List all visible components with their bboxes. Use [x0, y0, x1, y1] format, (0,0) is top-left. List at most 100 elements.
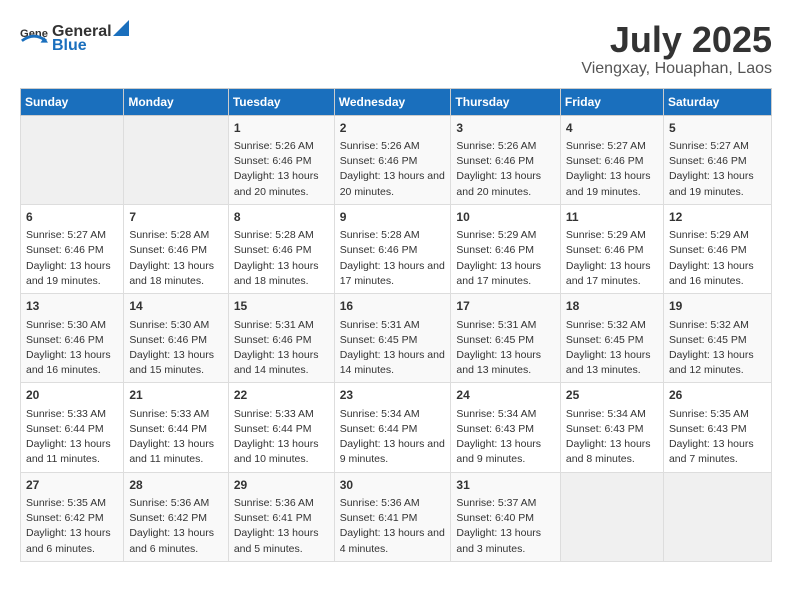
- daylight-hours: Daylight: 13 hours and 20 minutes.: [456, 170, 541, 197]
- sunset-time: Sunset: 6:46 PM: [26, 244, 104, 256]
- day-number: 18: [566, 298, 658, 315]
- sunset-time: Sunset: 6:43 PM: [456, 423, 534, 435]
- sunset-time: Sunset: 6:45 PM: [456, 334, 534, 346]
- day-number: 13: [26, 298, 118, 315]
- sunrise-time: Sunrise: 5:28 AM: [340, 229, 420, 241]
- sunrise-time: Sunrise: 5:29 AM: [566, 229, 646, 241]
- sunset-time: Sunset: 6:46 PM: [340, 244, 418, 256]
- weekday-header-tuesday: Tuesday: [228, 88, 334, 115]
- sunset-time: Sunset: 6:45 PM: [566, 334, 644, 346]
- sunrise-time: Sunrise: 5:26 AM: [340, 140, 420, 152]
- daylight-hours: Daylight: 13 hours and 4 minutes.: [340, 527, 445, 554]
- day-number: 17: [456, 298, 555, 315]
- calendar-cell: 26Sunrise: 5:35 AMSunset: 6:43 PMDayligh…: [663, 383, 771, 472]
- daylight-hours: Daylight: 13 hours and 16 minutes.: [26, 349, 111, 376]
- daylight-hours: Daylight: 13 hours and 15 minutes.: [129, 349, 214, 376]
- day-number: 9: [340, 209, 446, 226]
- sunset-time: Sunset: 6:45 PM: [340, 334, 418, 346]
- day-number: 15: [234, 298, 329, 315]
- calendar-week-row: 20 Sunrise: 5:33 AM Sunset: 6:44 PM Dayligh…: [21, 383, 772, 472]
- calendar-table: SundayMondayTuesdayWednesdayThursdayFrid…: [20, 88, 772, 562]
- calendar-cell: 8Sunrise: 5:28 AMSunset: 6:46 PMDaylight…: [228, 204, 334, 293]
- day-number: 30: [340, 477, 446, 494]
- day-number: 3: [456, 120, 555, 137]
- calendar-cell: 15Sunrise: 5:31 AMSunset: 6:46 PMDayligh…: [228, 294, 334, 383]
- sunrise-time: Sunrise: 5:34 AM: [566, 408, 646, 420]
- day-number: 5: [669, 120, 766, 137]
- calendar-week-row: 27Sunrise: 5:35 AMSunset: 6:42 PMDayligh…: [21, 472, 772, 561]
- day-number: 24: [456, 387, 555, 404]
- calendar-cell: 4Sunrise: 5:27 AMSunset: 6:46 PMDaylight…: [560, 115, 663, 204]
- daylight-hours: Daylight: 13 hours and 6 minutes.: [129, 527, 214, 554]
- page-header: General General Blue July 2025 Viengxay,…: [20, 20, 772, 78]
- sunset-time: Sunset: 6:45 PM: [669, 334, 747, 346]
- calendar-cell: [663, 472, 771, 561]
- day-number: 19: [669, 298, 766, 315]
- sunrise-time: Sunrise: 5:31 AM: [456, 319, 536, 331]
- sunrise-time: Sunrise: 5:36 AM: [340, 497, 420, 509]
- calendar-cell: 16Sunrise: 5:31 AMSunset: 6:45 PMDayligh…: [334, 294, 451, 383]
- logo: General General Blue: [20, 20, 130, 55]
- calendar-cell: 28Sunrise: 5:36 AMSunset: 6:42 PMDayligh…: [124, 472, 228, 561]
- calendar-cell: 3 Sunrise: 5:26 AM Sunset: 6:46 PM Daylight…: [451, 115, 561, 204]
- calendar-week-row: 6Sunrise: 5:27 AMSunset: 6:46 PMDaylight…: [21, 204, 772, 293]
- calendar-cell: 10Sunrise: 5:29 AMSunset: 6:46 PMDayligh…: [451, 204, 561, 293]
- sunset-time: Sunset: 6:46 PM: [456, 155, 534, 167]
- calendar-cell: 20Sunrise: 5:33 AMSunset: 6:44 PMDayligh…: [21, 383, 124, 472]
- sunrise-time: Sunrise: 5:31 AM: [234, 319, 314, 331]
- sunrise-time: Sunrise: 5:32 AM: [669, 319, 749, 331]
- day-number: 25: [566, 387, 658, 404]
- daylight-hours: Daylight: 13 hours and 13 minutes.: [566, 349, 651, 376]
- calendar-cell: 27Sunrise: 5:35 AMSunset: 6:42 PMDayligh…: [21, 472, 124, 561]
- calendar-cell: 1Sunrise: 5:26 AMSunset: 6:46 PMDaylight…: [228, 115, 334, 204]
- calendar-cell: 30 Sunrise: 5:36 AM Sunset: 6:41 PM Dayligh…: [334, 472, 451, 561]
- sunset-time: Sunset: 6:46 PM: [669, 244, 747, 256]
- calendar-week-row: 1 Sunrise: 5:26 AM Sunset: 6:46 PM Daylight…: [21, 115, 772, 204]
- day-number: 31: [456, 477, 555, 494]
- calendar-cell: [560, 472, 663, 561]
- day-number: 10: [456, 209, 555, 226]
- day-number: 11: [566, 209, 658, 226]
- sunrise-time: Sunrise: 5:28 AM: [129, 229, 209, 241]
- daylight-hours: Daylight: 13 hours and 18 minutes.: [129, 260, 214, 287]
- sunset-time: Sunset: 6:44 PM: [234, 423, 312, 435]
- title-area: July 2025 Viengxay, Houaphan, Laos: [581, 20, 772, 78]
- daylight-hours: Daylight: 13 hours and 11 minutes.: [26, 438, 111, 465]
- sunset-time: Sunset: 6:46 PM: [566, 155, 644, 167]
- sunrise-time: Sunrise: 5:27 AM: [26, 229, 106, 241]
- sunrise-time: Sunrise: 5:27 AM: [566, 140, 646, 152]
- daylight-hours: Daylight: 13 hours and 6 minutes.: [26, 527, 111, 554]
- sunrise-time: Sunrise: 5:26 AM: [456, 140, 536, 152]
- calendar-cell: 18Sunrise: 5:32 AMSunset: 6:45 PMDayligh…: [560, 294, 663, 383]
- calendar-cell: 7Sunrise: 5:28 AMSunset: 6:46 PMDaylight…: [124, 204, 228, 293]
- daylight-hours: Daylight: 13 hours and 9 minutes.: [340, 438, 445, 465]
- sunset-time: Sunset: 6:44 PM: [26, 423, 104, 435]
- day-number: 1: [234, 120, 329, 137]
- logo-triangle-icon: [113, 20, 129, 36]
- sunset-time: Sunset: 6:41 PM: [340, 512, 418, 524]
- sunset-time: Sunset: 6:46 PM: [129, 334, 207, 346]
- daylight-hours: Daylight: 13 hours and 5 minutes.: [234, 527, 319, 554]
- day-number: 7: [129, 209, 222, 226]
- sunset-time: Sunset: 6:44 PM: [129, 423, 207, 435]
- daylight-hours: Daylight: 13 hours and 19 minutes.: [26, 260, 111, 287]
- daylight-hours: Daylight: 13 hours and 19 minutes.: [566, 170, 651, 197]
- daylight-hours: Daylight: 13 hours and 10 minutes.: [234, 438, 319, 465]
- day-number: 26: [669, 387, 766, 404]
- weekday-header-row: SundayMondayTuesdayWednesdayThursdayFrid…: [21, 88, 772, 115]
- sunrise-time: Sunrise: 5:33 AM: [234, 408, 314, 420]
- calendar-cell: 12Sunrise: 5:29 AMSunset: 6:46 PMDayligh…: [663, 204, 771, 293]
- calendar-cell: 11Sunrise: 5:29 AMSunset: 6:46 PMDayligh…: [560, 204, 663, 293]
- weekday-header-thursday: Thursday: [451, 88, 561, 115]
- weekday-header-sunday: Sunday: [21, 88, 124, 115]
- day-number: 28: [129, 477, 222, 494]
- calendar-cell: 25Sunrise: 5:34 AMSunset: 6:43 PMDayligh…: [560, 383, 663, 472]
- sunrise-time: Sunrise: 5:29 AM: [669, 229, 749, 241]
- sunrise-time: Sunrise: 5:36 AM: [129, 497, 209, 509]
- sunset-time: Sunset: 6:46 PM: [234, 334, 312, 346]
- sunset-time: Sunset: 6:43 PM: [669, 423, 747, 435]
- sunset-time: Sunset: 6:41 PM: [234, 512, 312, 524]
- sunrise-time: Sunrise: 5:31 AM: [340, 319, 420, 331]
- sunset-time: Sunset: 6:42 PM: [26, 512, 104, 524]
- day-number: 20: [26, 387, 118, 404]
